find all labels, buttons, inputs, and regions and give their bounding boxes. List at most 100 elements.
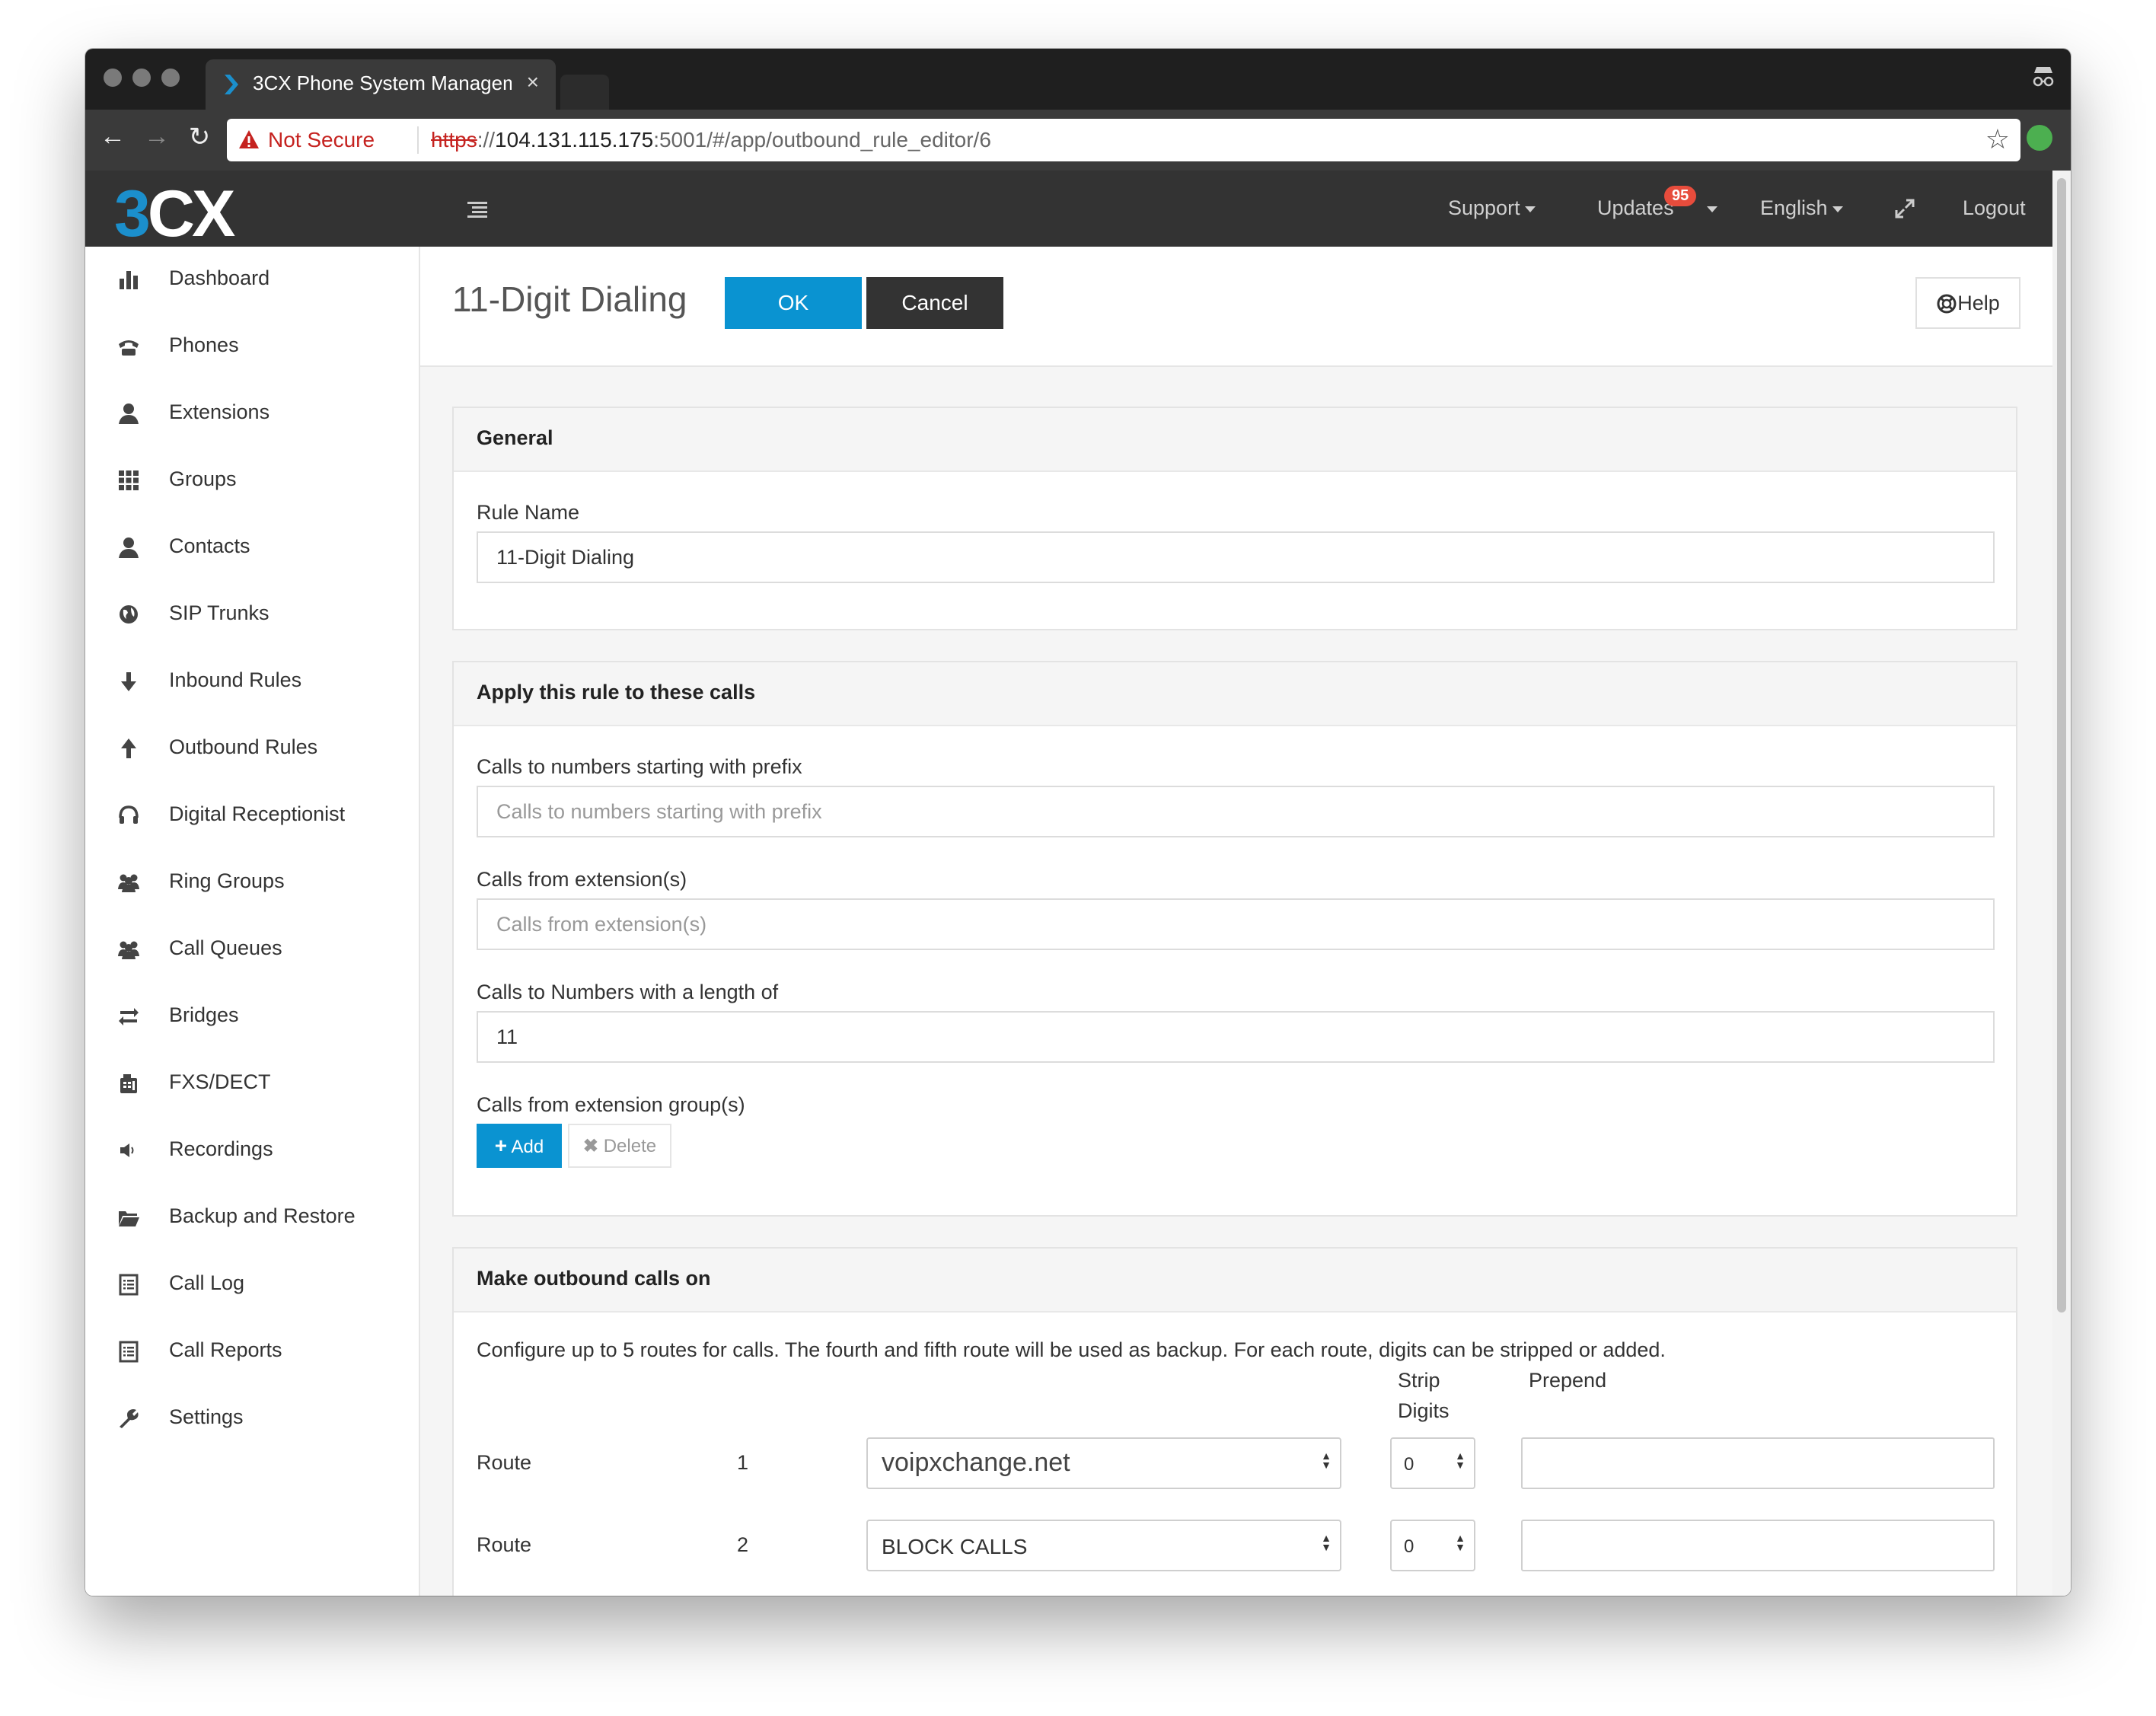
page-title: 11-Digit Dialing — [452, 279, 687, 319]
sidebar-item-label: Inbound Rules — [169, 668, 302, 691]
back-icon[interactable]: ← — [97, 122, 128, 152]
incognito-icon — [2033, 67, 2054, 87]
delete-group-button[interactable]: ✖ Delete — [568, 1124, 671, 1168]
extension-icon[interactable] — [2027, 125, 2052, 151]
strip-digits-stepper[interactable]: 0 ▲▼ — [1390, 1437, 1475, 1489]
sidebar-item-call-reports[interactable]: Call Reports — [85, 1320, 419, 1381]
sidebar-item-contacts[interactable]: Contacts — [85, 516, 419, 577]
strip-digits-value: 0 — [1404, 1536, 1414, 1557]
sidebar-item-label: Extensions — [169, 400, 270, 423]
sidebar-item-ring-groups[interactable]: Ring Groups — [85, 851, 419, 912]
route-trunk-value: BLOCK CALLS — [882, 1535, 1028, 1558]
close-window-button[interactable] — [104, 69, 122, 87]
sidebar-item-label: Call Reports — [169, 1338, 282, 1361]
fullscreen-icon[interactable] — [1894, 198, 1915, 219]
prepend-input[interactable] — [1521, 1437, 1995, 1489]
apply-heading: Apply this rule to these calls — [477, 681, 756, 703]
sidebar-item-label: Dashboard — [169, 266, 270, 289]
menu-toggle-icon[interactable] — [466, 193, 489, 224]
route-trunk-select[interactable]: voipxchange.net ▲▼ — [866, 1437, 1341, 1489]
prefix-input[interactable] — [477, 786, 1995, 837]
sidebar-item-bridges[interactable]: Bridges — [85, 985, 419, 1046]
support-menu[interactable]: Support — [1448, 196, 1536, 220]
add-group-button[interactable]: + Add — [477, 1124, 562, 1168]
number-length-input[interactable] — [477, 1011, 1995, 1063]
route-number: 2 — [737, 1533, 749, 1556]
page-scrollbar[interactable] — [2052, 171, 2071, 1596]
x-icon: ✖ — [582, 1135, 599, 1156]
url-separator — [417, 126, 419, 154]
cancel-button[interactable]: Cancel — [866, 277, 1003, 329]
reload-icon[interactable]: ↻ — [184, 122, 215, 152]
maximize-window-button[interactable] — [161, 69, 180, 87]
prefix-label: Calls to numbers starting with prefix — [477, 755, 802, 778]
updates-count-badge: 95 — [1664, 186, 1697, 206]
app-header: 3CX Support Updates 95 English Logout — [85, 171, 2052, 250]
outbound-panel-header: Make outbound calls on — [454, 1249, 2016, 1313]
route-trunk-value: voipxchange.net — [882, 1448, 1070, 1477]
sidebar-item-label: Call Queues — [169, 936, 282, 959]
sidebar-item-label: Contacts — [169, 534, 250, 557]
sidebar-item-call-queues[interactable]: Call Queues — [85, 918, 419, 979]
phone-icon — [119, 340, 139, 356]
sidebar-item-groups[interactable]: Groups — [85, 449, 419, 510]
prepend-input[interactable] — [1521, 1520, 1995, 1571]
general-panel-header: General — [454, 408, 2016, 472]
url-field[interactable]: Not Secure https://104.131.115.175:5001/… — [227, 119, 2020, 161]
from-extensions-input[interactable] — [477, 898, 1995, 950]
sidebar-item-digital-receptionist[interactable]: Digital Receptionist — [85, 784, 419, 845]
ok-button[interactable]: OK — [725, 277, 862, 329]
sidebar-item-phones[interactable]: Phones — [85, 315, 419, 376]
swap-icon — [119, 1008, 139, 1025]
user-icon — [119, 537, 139, 558]
sidebar-item-call-log[interactable]: Call Log — [85, 1253, 419, 1314]
stepper-arrows-icon: ▲▼ — [1454, 1532, 1466, 1550]
route-trunk-select[interactable]: BLOCK CALLS ▲▼ — [866, 1520, 1341, 1571]
strip-digits-label-1: Strip — [1398, 1369, 1440, 1392]
sidebar-item-fxs-dect[interactable]: FXS/DECT — [85, 1052, 419, 1113]
users-icon — [118, 874, 139, 892]
browser-window: 3CX Phone System Management Console × ← … — [85, 49, 2071, 1596]
sidebar-item-backup-and-restore[interactable]: Backup and Restore — [85, 1186, 419, 1247]
sidebar-item-outbound-rules[interactable]: Outbound Rules — [85, 717, 419, 778]
sidebar-item-label: Ring Groups — [169, 869, 285, 892]
strip-digits-label-2: Digits — [1398, 1399, 1450, 1422]
updates-menu[interactable]: Updates — [1597, 196, 1674, 220]
minimize-window-button[interactable] — [132, 69, 151, 87]
apply-panel-header: Apply this rule to these calls — [454, 662, 2016, 726]
speaker-icon — [120, 1143, 134, 1157]
sidebar-item-extensions[interactable]: Extensions — [85, 382, 419, 443]
stepper-arrows-icon: ▲▼ — [1454, 1450, 1466, 1468]
sidebar-item-inbound-rules[interactable]: Inbound Rules — [85, 650, 419, 711]
sidebar-item-settings[interactable]: Settings — [85, 1387, 419, 1448]
sidebar-item-recordings[interactable]: Recordings — [85, 1119, 419, 1180]
grid-icon — [119, 470, 139, 490]
number-length-label: Calls to Numbers with a length of — [477, 981, 779, 1003]
select-arrows-icon: ▲▼ — [1320, 1532, 1332, 1550]
sidebar-item-label: Recordings — [169, 1137, 273, 1160]
bookmark-star-icon[interactable]: ☆ — [1985, 123, 2010, 155]
forward-icon[interactable]: → — [142, 122, 172, 152]
sidebar-item-dashboard[interactable]: Dashboard — [85, 248, 419, 309]
address-bar: ← → ↻ Not Secure https://104.131.115.175… — [85, 110, 2071, 171]
tab-close-icon[interactable]: × — [527, 70, 539, 94]
rule-name-input[interactable] — [477, 531, 1995, 583]
apply-rule-panel: Apply this rule to these calls Calls to … — [452, 661, 2017, 1217]
logout-link[interactable]: Logout — [1963, 196, 2026, 220]
sidebar-item-label: Settings — [169, 1405, 244, 1428]
browser-tab-active[interactable]: 3CX Phone System Management Console × — [206, 59, 556, 110]
strip-digits-stepper[interactable]: 0 ▲▼ — [1390, 1520, 1475, 1571]
language-menu[interactable]: English — [1760, 196, 1843, 220]
sidebar-item-sip-trunks[interactable]: SIP Trunks — [85, 583, 419, 644]
updates-dropdown-caret[interactable] — [1702, 196, 1717, 220]
plus-icon: + — [494, 1134, 508, 1157]
3cx-logo[interactable]: 3CX — [114, 177, 235, 252]
from-extensions-label: Calls from extension(s) — [477, 868, 687, 891]
not-secure-label[interactable]: Not Secure — [268, 128, 375, 152]
help-button[interactable]: Help — [1915, 277, 2020, 329]
scrollbar-thumb[interactable] — [2057, 178, 2066, 1313]
prepend-label: Prepend — [1529, 1369, 1607, 1392]
sidebar-item-label: FXS/DECT — [169, 1070, 271, 1093]
new-tab-button[interactable] — [560, 75, 609, 110]
globe-icon — [120, 605, 138, 624]
